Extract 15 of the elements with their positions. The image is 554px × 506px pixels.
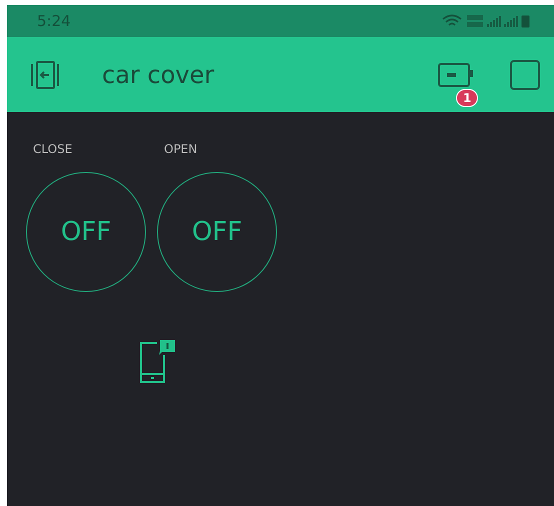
toggle-button[interactable]: OFF [26,172,146,292]
project-title: car cover [102,60,214,88]
signal-icon [504,14,518,28]
battery-icon [521,14,530,28]
device-icon[interactable] [438,60,474,88]
toggle-button[interactable]: OFF [157,172,277,292]
exit-icon[interactable] [28,60,62,90]
phone-notification-icon[interactable] [139,340,177,384]
signal-icon [487,14,501,28]
status-time: 5:24 [37,12,71,30]
notification-badge: 1 [456,88,478,106]
play-button[interactable] [510,60,540,90]
widget-label: OPEN [164,142,198,156]
widget-label: CLOSE [33,142,74,156]
wifi-icon [441,14,463,28]
